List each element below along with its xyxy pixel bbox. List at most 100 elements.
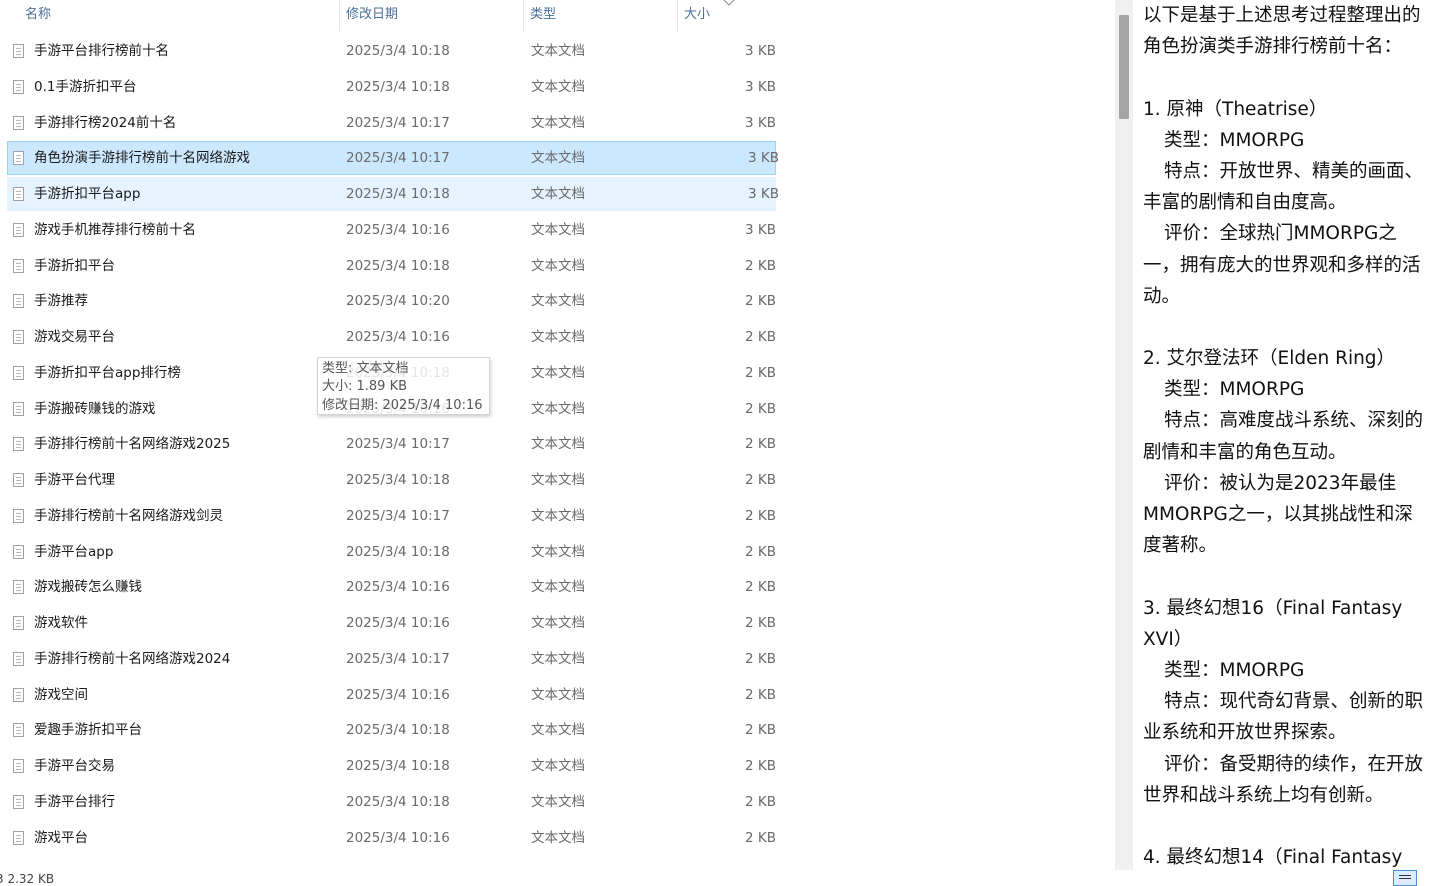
file-type: 文本文档 — [531, 686, 585, 703]
text-file-icon — [13, 830, 24, 845]
file-row[interactable]: 游戏搬砖怎么赚钱 2025/3/4 10:16 文本文档 2 KB — [0, 570, 780, 604]
file-date: 2025/3/4 10:16 — [346, 221, 450, 238]
file-row[interactable]: 手游平台app 2025/3/4 10:18 文本文档 2 KB — [0, 535, 780, 569]
text-file-icon — [13, 294, 24, 309]
preview-line: 类型：MMORPG — [1164, 129, 1305, 151]
file-name: 手游平台app — [34, 543, 114, 560]
preview-line: 特点：高难度战斗系统、深刻的 — [1164, 410, 1424, 432]
preview-line: 动。 — [1143, 285, 1181, 307]
file-type: 文本文档 — [531, 472, 585, 488]
preview-line: 剧情和丰富的角色互动。 — [1143, 441, 1347, 463]
text-file-icon — [13, 759, 24, 773]
file-type: 文本文档 — [531, 114, 585, 131]
preview-pane: 以下是基于上述思考过程整理出的 角色扮演类手游排行榜前十名： 1. 原神（Theat… — [1143, 0, 1429, 870]
file-date: 2025/3/4 10:17 — [346, 507, 450, 524]
preview-line — [1143, 312, 1429, 343]
file-name: 手游折扣平台 — [34, 257, 115, 274]
preview-line: 业系统和开放世界探索。 — [1143, 722, 1347, 744]
file-row[interactable]: 游戏交易平台 2025/3/4 10:16 文本文档 2 KB — [0, 320, 780, 354]
file-row[interactable]: 手游平台交易 2025/3/4 10:18 文本文档 2 KB — [0, 749, 780, 783]
file-type: 文本文档 — [531, 829, 585, 846]
column-header-type[interactable]: 类型 — [522, 0, 678, 31]
file-row[interactable]: 游戏空间 2025/3/4 10:16 文本文档 2 KB — [0, 678, 780, 712]
file-size: 2 KB — [745, 686, 776, 703]
file-size: 2 KB — [745, 543, 776, 560]
file-row[interactable]: 角色扮演手游排行榜前十名网络游戏 2025/3/4 10:17 文本文档 3 KB — [7, 141, 779, 176]
file-name: 手游排行榜2024前十名 — [34, 114, 177, 131]
file-date: 2025/3/4 10:18 — [346, 758, 450, 774]
preview-line: 度著称。 — [1143, 535, 1218, 557]
text-file-icon — [13, 508, 24, 523]
preview-line — [1143, 561, 1429, 592]
file-date: 2025/3/4 10:17 — [346, 436, 450, 453]
file-row[interactable]: 手游平台代理 2025/3/4 10:18 文本文档 2 KB — [0, 463, 780, 497]
file-size: 2 KB — [745, 615, 776, 631]
preview-line: XVI） — [1143, 628, 1193, 650]
file-row[interactable]: 游戏软件 2025/3/4 10:16 文本文档 2 KB — [0, 606, 780, 640]
file-type: 文本文档 — [531, 650, 585, 667]
file-size: 2 KB — [745, 758, 776, 774]
file-row[interactable]: 游戏平台 2025/3/4 10:16 文本文档 2 KB — [0, 821, 780, 855]
preview-line: 类型：MMORPG — [1164, 659, 1305, 681]
file-row[interactable]: 手游推荐 2025/3/4 10:20 文本文档 2 KB — [0, 284, 780, 318]
file-type: 文本文档 — [531, 364, 585, 381]
text-file-icon — [13, 723, 24, 738]
text-file-icon — [13, 794, 24, 809]
file-row[interactable]: 手游折扣平台app 2025/3/4 10:18 文本文档 3 KB — [7, 177, 779, 211]
file-row[interactable]: 手游排行榜前十名网络游戏剑灵 2025/3/4 10:17 文本文档 2 KB — [0, 499, 780, 533]
file-name: 角色扮演手游排行榜前十名网络游戏 — [34, 150, 250, 167]
text-file-icon — [13, 616, 24, 630]
tooltip-date: 修改日期: 2025/3/4 10:16 — [322, 397, 483, 413]
file-size: 2 KB — [745, 472, 776, 488]
file-row[interactable]: 手游排行榜前十名网络游戏2024 2025/3/4 10:17 文本文档 2 KB — [0, 642, 780, 676]
file-name: 游戏空间 — [34, 686, 88, 703]
file-name: 手游折扣平台app排行榜 — [34, 364, 181, 381]
file-row[interactable]: 手游排行榜前十名网络游戏2025 2025/3/4 10:17 文本文档 2 KB — [0, 427, 780, 461]
file-size: 2 KB — [745, 829, 776, 846]
preview-line: 4. 最终幻想14（Final Fantasy — [1143, 847, 1403, 869]
file-type: 文本文档 — [531, 722, 585, 739]
preview-line: 2. 艾尔登法环（Elden Ring） — [1143, 348, 1396, 370]
file-rows: 手游平台排行榜前十名 2025/3/4 10:18 文本文档 3 KB 0.1手游折扣平… — [0, 34, 780, 856]
file-row[interactable]: 手游平台排行榜前十名 2025/3/4 10:18 文本文档 3 KB — [0, 34, 780, 68]
text-file-icon — [13, 365, 24, 380]
file-size: 2 KB — [745, 329, 776, 345]
text-file-icon — [13, 187, 24, 201]
file-date: 2025/3/4 10:16 — [346, 329, 450, 345]
file-row[interactable]: 游戏手机推荐排行榜前十名 2025/3/4 10:16 文本文档 3 KB — [0, 213, 780, 247]
file-type: 文本文档 — [531, 186, 585, 202]
preview-line: 角色扮演类手游排行榜前十名： — [1143, 36, 1403, 58]
file-row[interactable]: 0.1手游折扣平台 2025/3/4 10:18 文本文档 3 KB — [0, 70, 780, 104]
tooltip-type: 类型: 文本文档 — [322, 361, 409, 376]
column-header-date[interactable]: 修改日期 — [338, 0, 524, 31]
file-type: 文本文档 — [531, 293, 585, 310]
file-name: 手游排行榜前十名网络游戏2024 — [34, 650, 231, 667]
file-row[interactable]: 手游折扣平台 2025/3/4 10:18 文本文档 2 KB — [0, 249, 780, 283]
file-name: 手游搬砖赚钱的游戏 — [34, 400, 156, 417]
file-size: 2 KB — [745, 507, 776, 524]
file-name: 游戏搬砖怎么赚钱 — [34, 579, 142, 596]
file-name: 手游排行榜前十名网络游戏2025 — [34, 436, 231, 453]
file-type: 文本文档 — [531, 257, 585, 274]
file-name: 游戏手机推荐排行榜前十名 — [34, 221, 196, 238]
text-file-icon — [13, 79, 24, 94]
file-row[interactable]: 手游排行榜2024前十名 2025/3/4 10:17 文本文档 3 KB — [0, 106, 780, 140]
file-row[interactable]: 手游平台排行 2025/3/4 10:18 文本文档 2 KB — [0, 785, 780, 819]
file-type: 文本文档 — [531, 400, 585, 417]
file-row[interactable]: 爱趣手游折扣平台 2025/3/4 10:18 文本文档 2 KB — [0, 713, 780, 747]
file-name: 手游平台排行榜前十名 — [34, 43, 169, 59]
preview-line — [1143, 811, 1429, 842]
preview-line: 特点：开放世界、精美的画面、 — [1164, 160, 1424, 182]
file-size: 2 KB — [745, 436, 776, 453]
scrollbar-thumb[interactable] — [1119, 15, 1129, 119]
file-type: 文本文档 — [531, 507, 585, 524]
text-file-icon — [13, 580, 24, 595]
file-size: 3 KB — [745, 221, 776, 238]
file-name: 0.1手游折扣平台 — [34, 78, 137, 95]
text-file-icon — [13, 544, 24, 559]
preview-line: 评价：备受期待的续作，在开放 — [1164, 753, 1424, 775]
column-header-name[interactable]: 名称 — [17, 0, 340, 31]
preview-line: 评价：全球热门MMORPG之 — [1164, 223, 1397, 245]
text-file-icon — [13, 437, 24, 452]
preview-scrollbar[interactable] — [1115, 0, 1133, 870]
